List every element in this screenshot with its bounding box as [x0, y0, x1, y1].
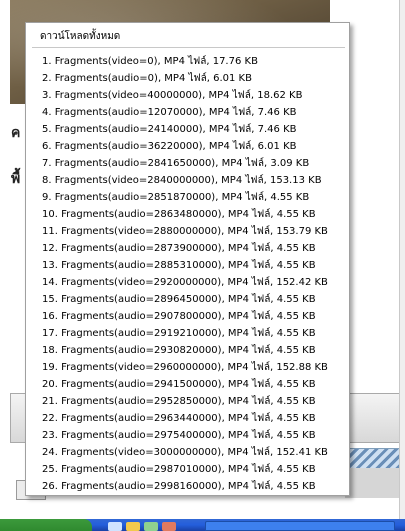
background-heading-fragment: ค [11, 125, 21, 141]
menu-item-fragment[interactable]: 17. Fragments(audio=2919210000), MP4 ไฟล… [26, 325, 349, 342]
menu-item-fragment[interactable]: 26. Fragments(audio=2998160000), MP4 ไฟล… [26, 478, 349, 495]
menu-item-fragment[interactable]: 19. Fragments(video=2960000000), MP4 ไฟล… [26, 359, 349, 376]
background-panel [345, 468, 400, 498]
quick-launch-folder-icon[interactable] [126, 522, 140, 531]
menu-item-fragment[interactable]: 24. Fragments(video=3000000000), MP4 ไฟล… [26, 444, 349, 461]
menu-item-fragment[interactable]: 7. Fragments(audio=2841650000), MP4 ไฟล์… [26, 155, 349, 172]
menu-item-fragment[interactable]: 2. Fragments(audio=0), MP4 ไฟล์, 6.01 KB [26, 70, 349, 87]
menu-item-fragment[interactable]: 5. Fragments(audio=24140000), MP4 ไฟล์, … [26, 121, 349, 138]
start-button[interactable] [0, 519, 92, 531]
menu-item-fragment[interactable]: 16. Fragments(audio=2907800000), MP4 ไฟล… [26, 308, 349, 325]
background-progress-stripe [345, 448, 400, 469]
window-right-edge [399, 0, 405, 531]
menu-item-fragment[interactable]: 15. Fragments(audio=2896450000), MP4 ไฟล… [26, 291, 349, 308]
menu-item-fragment[interactable]: 4. Fragments(audio=12070000), MP4 ไฟล์, … [26, 104, 349, 121]
menu-item-fragment[interactable]: 23. Fragments(audio=2975400000), MP4 ไฟล… [26, 427, 349, 444]
menu-item-fragment[interactable]: 20. Fragments(audio=2941500000), MP4 ไฟล… [26, 376, 349, 393]
quick-launch-desktop-icon[interactable] [108, 522, 122, 531]
background-text-fragment: พื้ [11, 171, 21, 187]
quick-launch-app-icon[interactable] [144, 522, 158, 531]
menu-item-fragment[interactable]: 1. Fragments(video=0), MP4 ไฟล์, 17.76 K… [26, 53, 349, 70]
taskbar-window-button[interactable] [205, 521, 395, 531]
menu-item-fragment[interactable]: 11. Fragments(video=2880000000), MP4 ไฟล… [26, 223, 349, 240]
menu-item-fragment[interactable]: 10. Fragments(audio=2863480000), MP4 ไฟล… [26, 206, 349, 223]
menu-item-fragment[interactable]: 14. Fragments(video=2920000000), MP4 ไฟล… [26, 274, 349, 291]
menu-item-fragment[interactable]: 9. Fragments(audio=2851870000), MP4 ไฟล์… [26, 189, 349, 206]
screen: ค พื้ ดาวน์โหลดทั้งหมด 1. Fragments(vide… [0, 0, 405, 531]
menu-item-fragment[interactable]: 8. Fragments(video=2840000000), MP4 ไฟล์… [26, 172, 349, 189]
menu-item-fragment[interactable]: 12. Fragments(audio=2873900000), MP4 ไฟล… [26, 240, 349, 257]
menu-item-fragment[interactable]: 6. Fragments(audio=36220000), MP4 ไฟล์, … [26, 138, 349, 155]
menu-title-download-all[interactable]: ดาวน์โหลดทั้งหมด [40, 29, 120, 44]
menu-item-fragment[interactable]: 18. Fragments(audio=2930820000), MP4 ไฟล… [26, 342, 349, 359]
download-all-popup-menu: ดาวน์โหลดทั้งหมด 1. Fragments(video=0), … [25, 22, 350, 496]
quick-launch-media-icon[interactable] [162, 522, 176, 531]
menu-item-fragment[interactable]: 13. Fragments(audio=2885310000), MP4 ไฟล… [26, 257, 349, 274]
menu-item-fragment[interactable]: 21. Fragments(audio=2952850000), MP4 ไฟล… [26, 393, 349, 410]
menu-item-fragment[interactable]: 22. Fragments(audio=2963440000), MP4 ไฟล… [26, 410, 349, 427]
menu-item-fragment[interactable]: 3. Fragments(video=40000000), MP4 ไฟล์, … [26, 87, 349, 104]
fragment-list: 1. Fragments(video=0), MP4 ไฟล์, 17.76 K… [26, 53, 349, 495]
menu-separator [32, 47, 345, 48]
menu-item-fragment[interactable]: 25. Fragments(audio=2987010000), MP4 ไฟล… [26, 461, 349, 478]
